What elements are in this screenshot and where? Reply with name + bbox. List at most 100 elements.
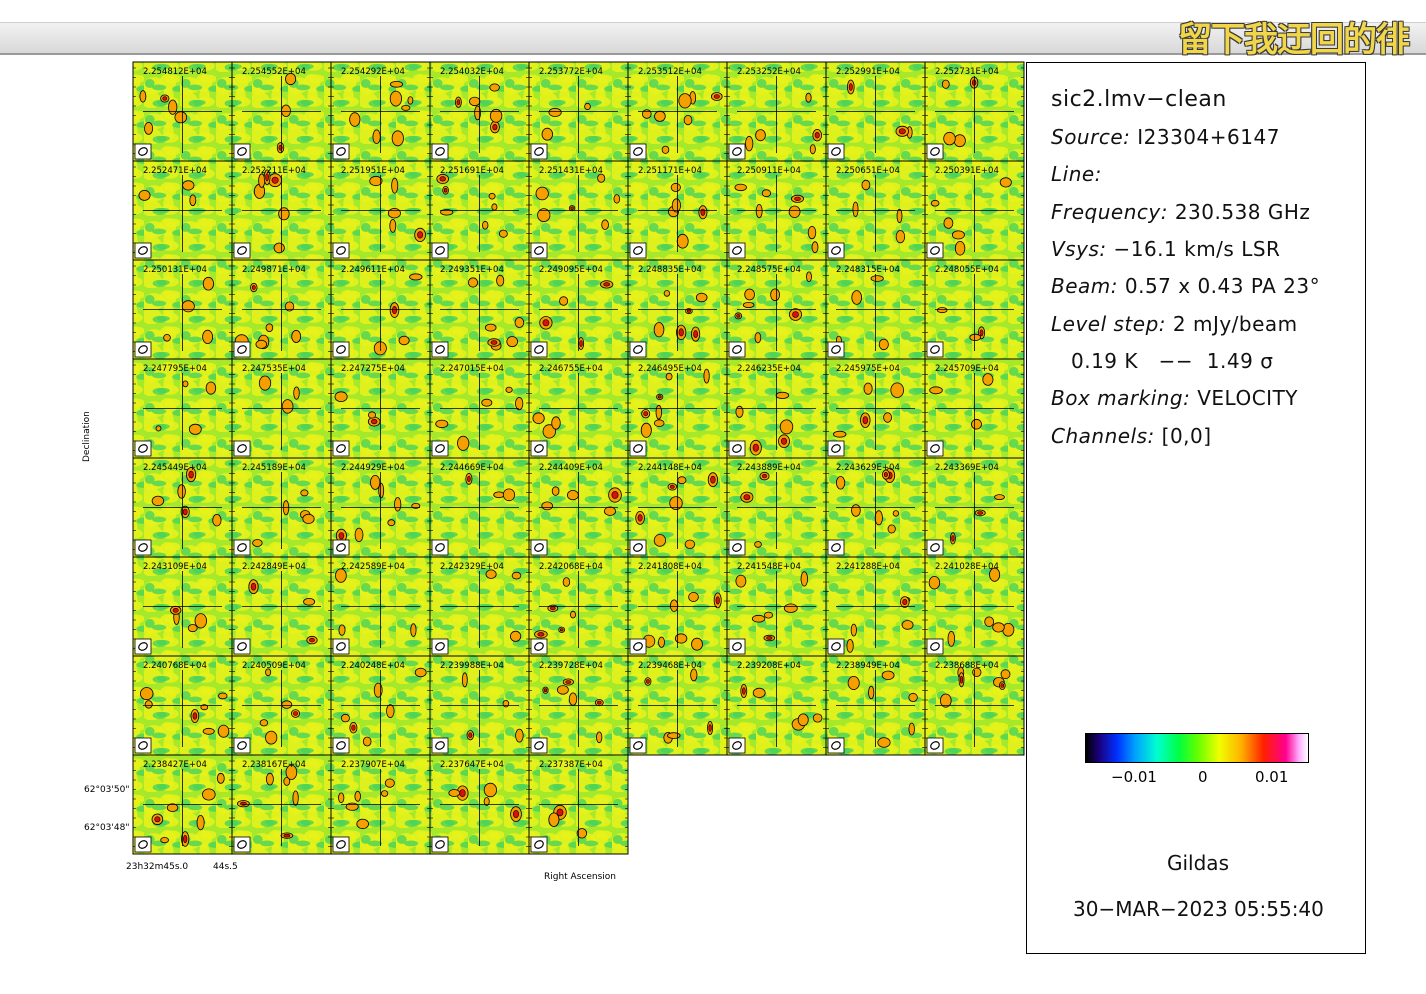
beam-box [530,539,548,556]
channel-velocity-label: 2.249095E+04 [539,265,603,275]
contour-blob [788,205,801,219]
line-key: Line: [1051,162,1102,186]
contour-peak [611,491,619,499]
contour-blob [483,782,497,798]
contour-blob [202,788,216,801]
channel-panel: 2.239988E+04 [429,655,530,756]
contour-blob [502,488,516,502]
channel-velocity-label: 2.245975E+04 [836,364,900,374]
contour-blob [678,93,692,109]
beam-box [233,341,251,358]
channel-velocity-label: 2.240509E+04 [242,661,306,671]
contour-blob [890,382,904,398]
channel-panel: 2.248835E+04 [627,259,728,360]
contour-blob [488,192,496,200]
ra-tick-label: 44s.5 [213,862,238,872]
contour-blob [881,670,895,681]
contour-blob [851,290,862,305]
channel-velocity-label: 2.244409E+04 [539,463,603,473]
beam-box [629,638,647,655]
contour-blob [491,203,498,211]
beam-box [530,341,548,358]
channel-panel: 2.249871E+04 [231,259,332,360]
contour-peak [183,834,188,843]
contour-blob [807,226,817,240]
beam-box [827,539,845,556]
contour-blob [755,129,766,142]
contour-peak [512,810,519,819]
contour-blob [258,375,272,391]
contour-peak [182,508,188,516]
beam-box [629,242,647,259]
beam-box [530,836,548,853]
channel-velocity-label: 2.241288E+04 [836,562,900,572]
source-row: Source: I23304+6147 [1051,125,1280,149]
beam-box [233,737,251,754]
contour-peak [542,319,550,327]
channel-panel: 2.249351E+04 [429,259,530,360]
contour-blob [189,194,197,207]
contour-blob [878,338,889,351]
contour-blob [734,183,747,192]
contour-peak [537,632,545,637]
contour-peak [192,712,198,720]
contour-blob [805,92,812,103]
channel-velocity-label: 2.246235E+04 [737,364,801,374]
contour-blob [448,789,461,797]
channel-velocity-label: 2.252211E+04 [242,166,306,176]
channel-panel: 2.242589E+04 [330,556,431,657]
channel-panel: 2.251171E+04 [627,160,728,261]
contour-peak [565,680,572,684]
contour-blob [901,620,914,630]
channel-velocity-label: 2.237387E+04 [539,760,603,770]
contour-blob [389,218,397,233]
contour-blob [414,667,427,678]
level-conversion: 0.19 K −− 1.49 σ [1071,349,1274,373]
contour-blob [640,422,652,438]
channel-panel: 2.254552E+04 [231,61,332,162]
channel-velocity-label: 2.241028E+04 [935,562,999,572]
channel-panel: 2.252991E+04 [825,61,926,162]
contour-peak [977,511,984,515]
contour-blob [703,368,710,384]
contour-blob [514,317,525,328]
contour-peak [549,606,556,611]
beam-box [134,341,152,358]
contour-blob [754,332,762,344]
contour-blob [908,692,918,702]
contour-blob [515,728,524,743]
contour-blob [281,700,293,709]
contour-blob [752,687,766,699]
beam-box [728,737,746,754]
channel-panel: 2.250131E+04 [132,259,233,360]
source-value: I23304+6147 [1137,125,1280,149]
contour-blob [670,182,681,192]
contour-peak [794,196,801,201]
contour-peak [657,395,662,399]
contour-blob [562,577,571,587]
contour-peak [293,711,298,716]
contour-blob [653,322,665,338]
channel-panel: 2.243369E+04 [924,457,1025,558]
channel-panel: 2.238949E+04 [825,655,926,756]
channel-velocity-label: 2.245709E+04 [935,364,999,374]
beam-box [926,440,944,457]
contour-blob [469,96,481,107]
contour-blob [677,476,687,485]
contour-blob [389,90,402,107]
channel-velocity-label: 2.249871E+04 [242,265,306,275]
channel-panel: 2.239468E+04 [627,655,728,756]
channel-panel: 2.243889E+04 [726,457,827,558]
contour-blob [947,630,955,647]
channel-velocity-label: 2.254032E+04 [440,67,504,77]
contour-blob [139,90,147,103]
channel-velocity-label: 2.237647E+04 [440,760,504,770]
box-row: Box marking: VELOCITY [1051,386,1298,410]
channel-velocity-label: 2.253772E+04 [539,67,603,77]
contour-peak [492,123,498,131]
contour-peak [456,99,461,106]
contour-blob [874,510,883,526]
channel-velocity-label: 2.240248E+04 [341,661,405,671]
contour-blob [410,623,417,637]
contour-peak [570,206,574,210]
